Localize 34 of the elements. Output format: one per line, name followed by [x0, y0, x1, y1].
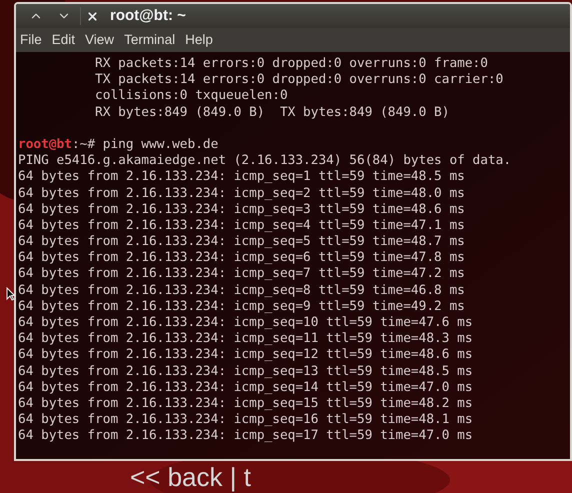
terminal-line: 64 bytes from 2.16.133.234: icmp_seq=1 ttl=59 time=48.5 ms: [18, 169, 466, 186]
menu-item[interactable]: View: [85, 30, 114, 50]
terminal-line: 64 bytes from 2.16.133.234: icmp_seq=3 ttl=59 time=48.6 ms: [18, 202, 466, 218]
terminal-line: 64 bytes from 2.16.133.234: icmp_seq=7 ttl=59 time=47.2 ms: [18, 266, 466, 283]
terminal-line: 64 bytes from 2.16.133.234: icmp_seq=13 ttl=59 time=48.5 ms: [18, 364, 474, 380]
terminal-line: RX packets:14 errors:0 dropped:0 overruns:0 frame:0: [94, 56, 489, 72]
menu-item[interactable]: Help: [185, 30, 213, 50]
terminal-line: 64 bytes from 2.16.133.234: icmp_seq=17 ttl=59 time=47.0 ms: [18, 428, 474, 444]
terminal-line: 64 bytes from 2.16.133.234: icmp_seq=9 ttl=59 time=49.2 ms: [18, 298, 466, 315]
terminal-line: TX packets:14 errors:0 dropped:0 overruns:0 carrier:0: [94, 72, 504, 88]
terminal-line: collisions:0 txqueuelen:0: [94, 88, 289, 105]
wallpaper-logo: << back | t: [130, 464, 251, 490]
terminal-line: 64 bytes from 2.16.133.234: icmp_seq=12 ttl=59 time=48.6 ms: [18, 347, 474, 364]
terminal-line: 64 bytes from 2.16.133.234: icmp_seq=6 ttl=59 time=47.8 ms: [18, 250, 466, 266]
mouse-cursor-icon: [6, 287, 15, 301]
terminal-line: 64 bytes from 2.16.133.234: icmp_seq=10 ttl=59 time=47.6 ms: [18, 315, 474, 332]
close-icon: [86, 10, 99, 22]
terminal-line: RX bytes:849 (849.0 B) TX bytes:849 (849.0 B): [94, 104, 450, 121]
terminal-line: 64 bytes from 2.16.133.234: icmp_seq=11 ttl=59 time=48.3 ms: [18, 331, 474, 348]
menu-item[interactable]: File: [20, 30, 42, 50]
window-title: root@bt: ~: [110, 6, 186, 26]
terminal-line: 64 bytes from 2.16.133.234: icmp_seq=14 ttl=59 time=47.0 ms: [18, 380, 474, 396]
menu-item[interactable]: Edit: [52, 30, 76, 50]
menu-item[interactable]: Terminal: [124, 30, 176, 50]
terminal-line: 64 bytes from 2.16.133.234: icmp_seq=16 ttl=59 time=48.1 ms: [18, 412, 474, 428]
terminal-line: 64 bytes from 2.16.133.234: icmp_seq=5 ttl=59 time=48.7 ms: [18, 234, 466, 250]
prompt-path: :~#: [72, 136, 96, 154]
terminal-line: 64 bytes from 2.16.133.234: icmp_seq=4 ttl=59 time=47.1 ms: [18, 218, 466, 234]
terminal-line: 64 bytes from 2.16.133.234: icmp_seq=15 ttl=59 time=48.2 ms: [18, 396, 474, 412]
terminal-line: 64 bytes from 2.16.133.234: icmp_seq=8 ttl=59 time=46.8 ms: [18, 282, 466, 299]
command-text: ping www.web.de: [102, 136, 218, 154]
terminal-line: 64 bytes from 2.16.133.234: icmp_seq=2 ttl=59 time=48.0 ms: [18, 186, 466, 202]
prompt-user: root@bt: [18, 136, 72, 154]
terminal-line: PING e5416.g.akamaiedge.net (2.16.133.234) 56(84) bytes of data.: [18, 153, 512, 170]
